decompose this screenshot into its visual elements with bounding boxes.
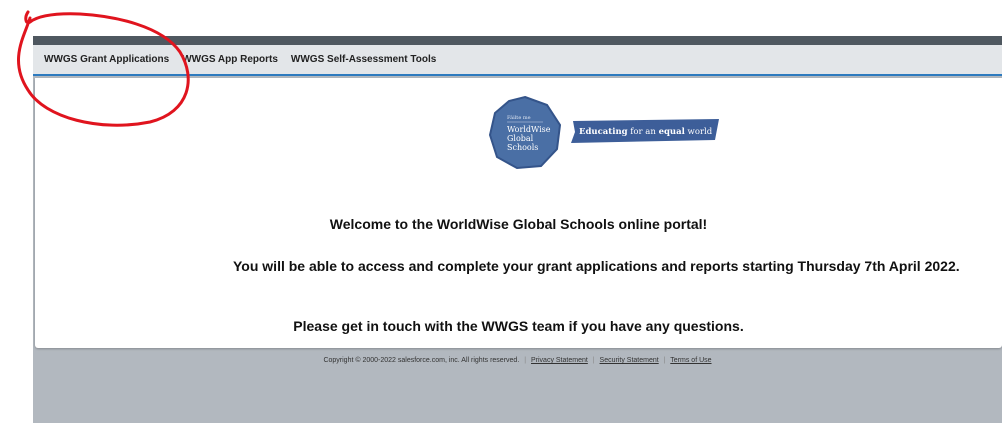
wwgs-seal-logo: Fáilte me WorldWise Global Schools bbox=[488, 95, 562, 170]
footer-separator: | bbox=[524, 357, 527, 364]
footer: Copyright © 2000-2022 salesforce.com, in… bbox=[33, 357, 1002, 364]
tagline-banner: Educating for an equal world bbox=[571, 119, 719, 143]
contact-message: Please get in touch with the WWGS team i… bbox=[293, 318, 744, 334]
tab-bar: WWGS Grant Applications WWGS App Reports… bbox=[33, 45, 1002, 76]
header-bar bbox=[33, 36, 1002, 45]
seal-small-text: Fáilte me bbox=[507, 114, 531, 121]
tab-grant-applications[interactable]: WWGS Grant Applications bbox=[44, 54, 169, 65]
access-message: You will be able to access and complete … bbox=[233, 258, 960, 274]
terms-of-use-link[interactable]: Terms of Use bbox=[670, 357, 711, 364]
footer-separator: | bbox=[592, 357, 595, 364]
seal-line2: Global bbox=[507, 134, 534, 143]
wwgs-logo: Fáilte me WorldWise Global Schools Educa… bbox=[487, 95, 727, 171]
tab-self-assessment-tools[interactable]: WWGS Self-Assessment Tools bbox=[291, 54, 436, 65]
tagline-text: Educating for an equal world bbox=[579, 127, 713, 137]
browser-frame: WWGS Grant Applications WWGS App Reports… bbox=[0, 0, 1002, 423]
main-content: Fáilte me WorldWise Global Schools Educa… bbox=[35, 78, 1002, 348]
footer-separator: | bbox=[663, 357, 666, 364]
tab-app-reports[interactable]: WWGS App Reports bbox=[182, 54, 278, 65]
welcome-message: Welcome to the WorldWise Global Schools … bbox=[329, 216, 708, 232]
copyright-text: Copyright © 2000-2022 salesforce.com, in… bbox=[323, 357, 520, 364]
privacy-statement-link[interactable]: Privacy Statement bbox=[531, 357, 588, 364]
seal-line3: Schools bbox=[507, 143, 538, 152]
seal-line1: WorldWise bbox=[507, 125, 551, 134]
security-statement-link[interactable]: Security Statement bbox=[600, 357, 659, 364]
